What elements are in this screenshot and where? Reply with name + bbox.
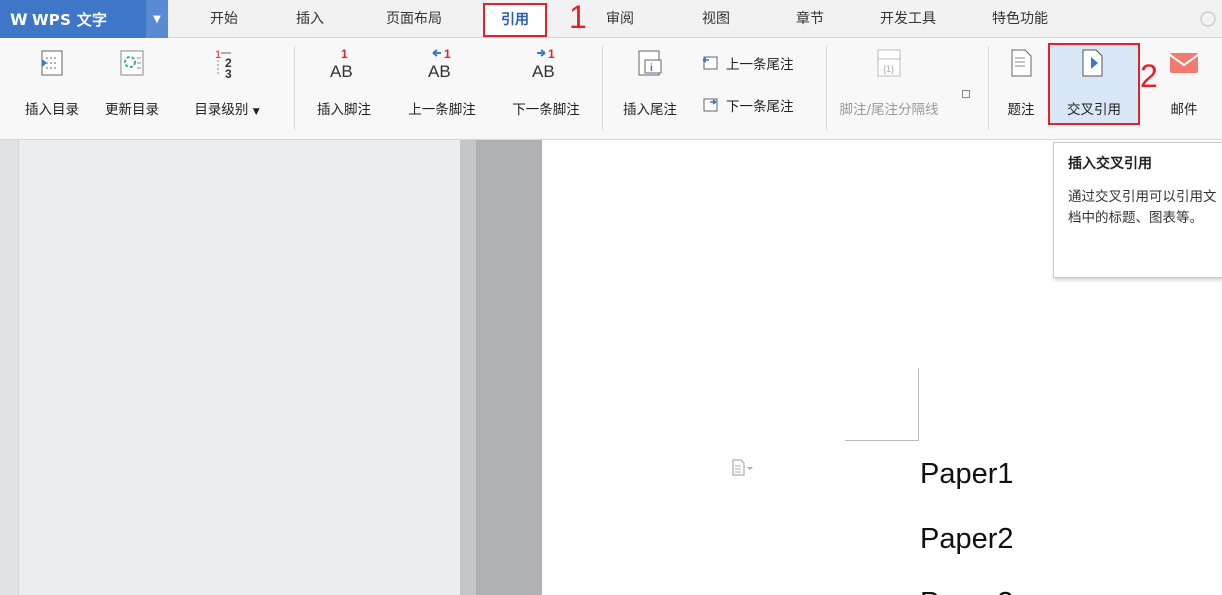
menu-tab-bar: W WPS 文字 ▼ 开始 插入 页面布局 引用 1 审阅 视图 章节 开发工具 … xyxy=(0,0,1222,38)
separator-line-icon: {1} xyxy=(872,46,906,80)
svg-text:AB: AB xyxy=(428,62,451,80)
app-name: WPS 文字 xyxy=(31,10,108,29)
svg-text:1: 1 xyxy=(341,47,348,61)
ribbon-separator xyxy=(826,46,827,130)
step-marker-1: 1 xyxy=(569,0,587,35)
previous-footnote-label: 上一条脚注 xyxy=(408,102,476,118)
svg-text:3: 3 xyxy=(225,67,232,79)
update-toc-icon xyxy=(115,46,149,80)
toc-level-label: 目录级别 ▼ xyxy=(180,98,274,118)
tooltip-title: 插入交叉引用 xyxy=(1068,156,1152,172)
update-toc-label: 更新目录 xyxy=(105,102,159,118)
navigation-strip xyxy=(0,140,18,595)
chevron-down-icon[interactable]: ▼ xyxy=(146,0,168,38)
document-line: Paper3 xyxy=(920,587,1014,595)
insert-endnote-button[interactable]: i 插入尾注 xyxy=(612,46,688,134)
insert-toc-label: 插入目录 xyxy=(25,102,79,118)
mail-label: 邮件 xyxy=(1170,102,1198,118)
caption-icon xyxy=(1004,46,1038,80)
cross-reference-label: 交叉引用 xyxy=(1067,102,1121,118)
document-line: Paper2 xyxy=(920,523,1014,555)
tab-page-layout[interactable]: 页面布局 xyxy=(372,0,456,38)
tooltip-body: 通过交叉引用可以引用文档中的标题、图表等。 xyxy=(1068,189,1217,226)
ribbon-separator xyxy=(294,46,295,130)
pane-splitter[interactable] xyxy=(460,140,476,595)
svg-text:1: 1 xyxy=(548,47,555,61)
next-footnote-button[interactable]: 1 AB 下一条脚注 xyxy=(500,46,592,134)
wps-logo-icon: W xyxy=(10,9,28,29)
svg-text:AB: AB xyxy=(532,62,555,80)
dialog-launcher-icon[interactable] xyxy=(962,90,970,98)
document-line: Paper1 xyxy=(920,458,1014,490)
toc-level-icon: 123 xyxy=(210,46,244,80)
svg-text:AB: AB xyxy=(330,62,353,80)
previous-endnote-icon xyxy=(700,53,720,73)
next-endnote-label: 下一条尾注 xyxy=(726,99,794,115)
ribbon-separator xyxy=(988,46,989,130)
previous-footnote-icon: 1 AB xyxy=(425,46,459,80)
insert-footnote-button[interactable]: 1 AB 插入脚注 xyxy=(306,46,382,134)
insert-footnote-label: 插入脚注 xyxy=(317,102,371,118)
next-footnote-icon: 1 AB xyxy=(529,46,563,80)
tab-home[interactable]: 开始 xyxy=(196,0,252,38)
svg-text:{1}: {1} xyxy=(883,64,894,74)
mail-icon xyxy=(1167,46,1201,80)
tab-references[interactable]: 引用 xyxy=(483,3,547,37)
tab-insert[interactable]: 插入 xyxy=(282,0,338,38)
previous-footnote-button[interactable]: 1 AB 上一条脚注 xyxy=(396,46,488,134)
svg-text:i: i xyxy=(650,63,653,74)
insert-endnote-icon: i xyxy=(633,46,667,80)
cross-reference-icon xyxy=(1077,46,1111,80)
insert-toc-icon xyxy=(35,46,69,80)
help-icon[interactable] xyxy=(1198,0,1218,38)
caption-button[interactable]: 题注 xyxy=(996,46,1046,134)
update-toc-button[interactable]: 更新目录 xyxy=(94,46,170,134)
cross-reference-tooltip: 插入交叉引用 通过交叉引用可以引用文档中的标题、图表等。 xyxy=(1053,142,1222,278)
page-margin-corner xyxy=(845,440,919,441)
caption-label: 题注 xyxy=(1007,102,1035,118)
mail-button[interactable]: 邮件 xyxy=(1156,46,1212,134)
tab-developer-tools[interactable]: 开发工具 xyxy=(866,0,950,38)
svg-text:1: 1 xyxy=(215,49,221,61)
cross-reference-button[interactable]: 交叉引用 xyxy=(1050,46,1138,134)
toc-level-text: 目录级别 xyxy=(194,102,249,118)
next-endnote-icon xyxy=(700,95,720,115)
tab-sections[interactable]: 章节 xyxy=(782,0,838,38)
paragraph-options-icon[interactable] xyxy=(730,458,754,478)
tab-special-features[interactable]: 特色功能 xyxy=(978,0,1062,38)
chevron-down-icon: ▼ xyxy=(252,107,260,117)
toc-level-dropdown[interactable]: 123 目录级别 ▼ xyxy=(180,46,274,134)
tab-review[interactable]: 审阅 xyxy=(592,0,648,38)
app-menu-button[interactable]: W WPS 文字 ▼ xyxy=(0,0,168,38)
previous-endnote-label: 上一条尾注 xyxy=(726,57,794,73)
app-logo: W WPS 文字 xyxy=(0,9,107,30)
insert-footnote-icon: 1 AB xyxy=(327,46,361,80)
next-footnote-label: 下一条脚注 xyxy=(512,102,580,118)
tab-view[interactable]: 视图 xyxy=(688,0,744,38)
next-endnote-button[interactable]: 下一条尾注 xyxy=(700,94,794,116)
svg-text:1: 1 xyxy=(444,47,451,61)
navigation-pane xyxy=(18,140,460,595)
insert-endnote-label: 插入尾注 xyxy=(623,102,677,118)
page-margin-corner xyxy=(918,368,919,440)
document-canvas-margin xyxy=(476,140,542,595)
insert-toc-button[interactable]: 插入目录 xyxy=(14,46,90,134)
footnote-separator-button[interactable]: {1} 脚注/尾注分隔线 xyxy=(834,46,944,134)
ribbon-separator xyxy=(602,46,603,130)
footnote-separator-label: 脚注/尾注分隔线 xyxy=(839,102,939,118)
previous-endnote-button[interactable]: 上一条尾注 xyxy=(700,52,794,74)
